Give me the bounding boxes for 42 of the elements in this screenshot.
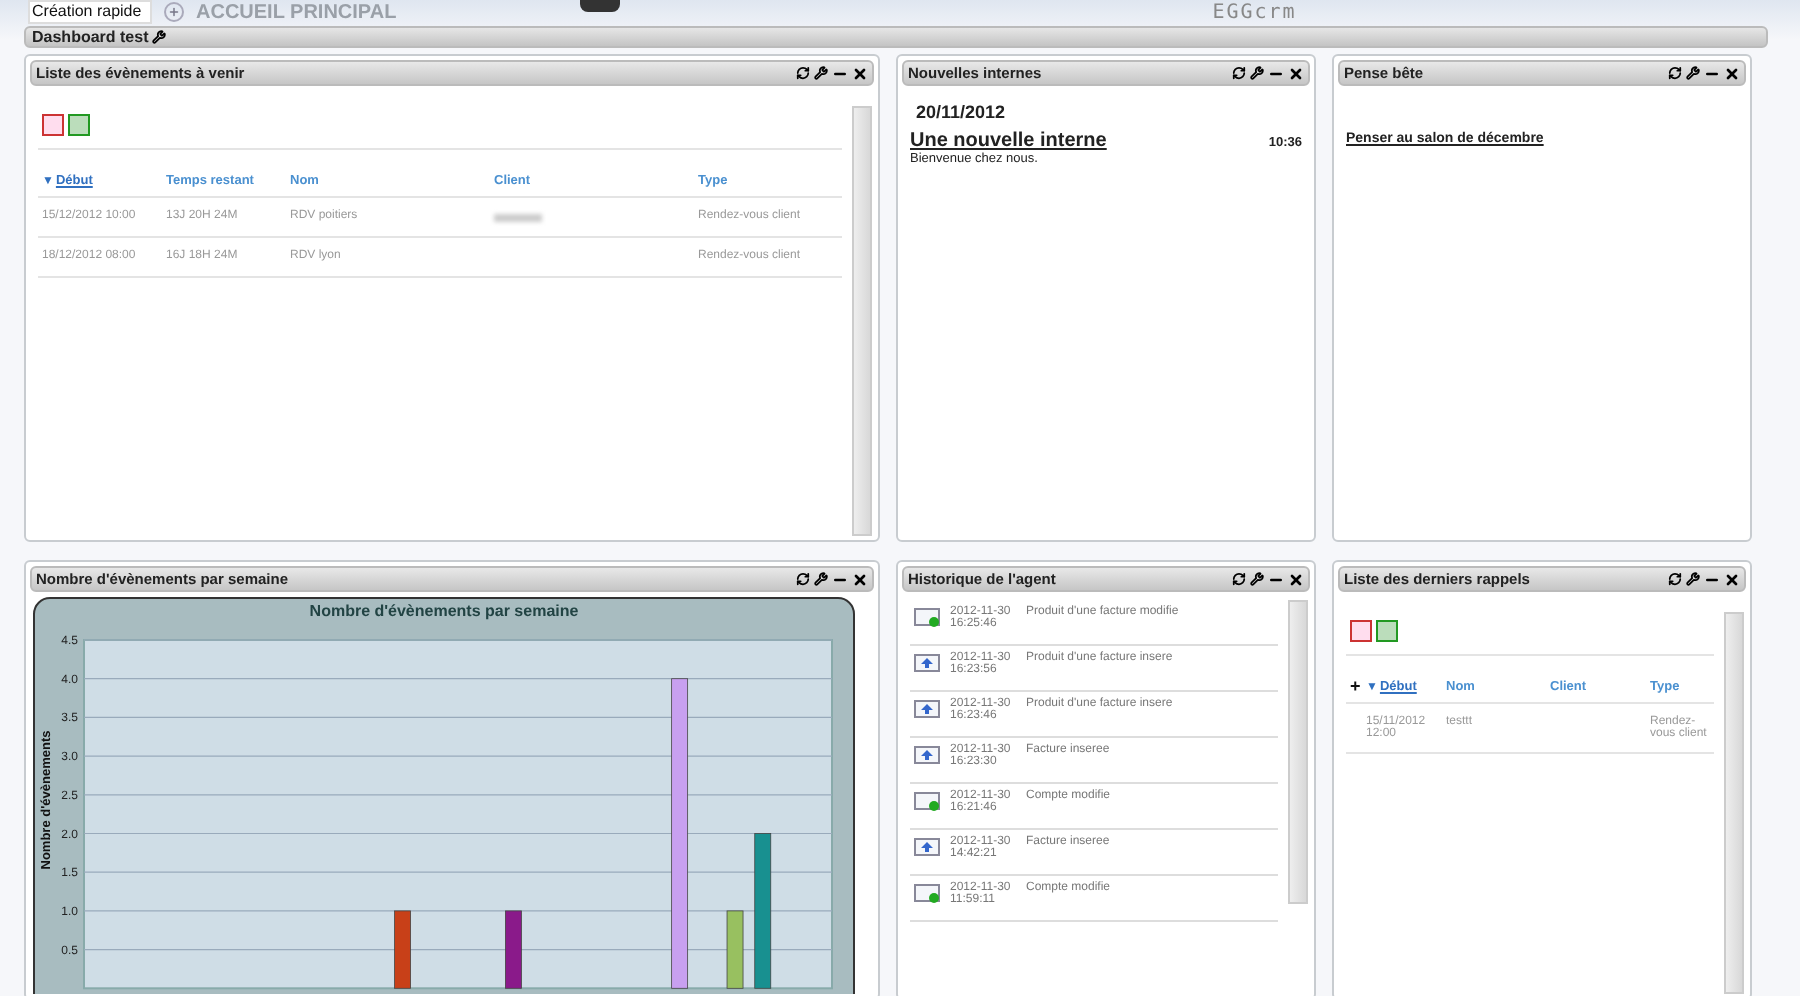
add-button[interactable]: + [1350,680,1361,694]
logo: EGGcrm [1212,1,1297,23]
close-icon[interactable] [1724,65,1740,81]
window-plus-icon [914,790,942,812]
settings-icon[interactable] [1686,572,1700,586]
news-title[interactable]: Une nouvelle interne [910,130,1107,152]
news-date: 20/11/2012 [914,100,1008,126]
add-button[interactable] [164,2,184,22]
scrollbar[interactable] [852,106,872,536]
refresh-icon[interactable] [796,66,810,80]
settings-icon[interactable] [1250,572,1264,586]
close-icon[interactable] [1724,571,1740,587]
menu-handle[interactable] [580,0,621,12]
pdf-icon[interactable] [42,114,64,136]
refresh-icon[interactable] [1232,572,1246,586]
chart-bar [505,910,522,989]
settings-icon[interactable] [1250,66,1264,80]
window-plus-icon [914,606,942,628]
chart-bar [394,910,411,989]
spreadsheet-icon[interactable] [1376,620,1398,642]
settings-icon[interactable] [814,66,828,80]
pdf-icon[interactable] [1350,620,1372,642]
close-icon[interactable] [1288,65,1304,81]
settings-icon[interactable] [152,30,167,44]
settings-icon[interactable] [814,572,828,586]
refresh-icon[interactable] [1668,572,1682,586]
page-title: ACCUEIL PRINCIPAL [196,1,397,23]
chart-bar [726,910,744,989]
refresh-icon[interactable] [796,572,810,586]
window-plus-icon [914,882,942,904]
refresh-icon[interactable] [1668,66,1682,80]
close-icon[interactable] [852,571,868,587]
dashboard-title: Dashboard test [32,28,149,46]
close-icon[interactable] [1288,571,1304,587]
scrollbar[interactable] [1288,600,1308,904]
scrollbar[interactable] [1724,612,1744,994]
refresh-icon[interactable] [1232,66,1246,80]
chart-title: Nombre d'évènements par semaine [309,602,579,620]
spreadsheet-icon[interactable] [68,114,90,136]
close-icon[interactable] [852,65,868,81]
settings-icon[interactable] [1686,66,1700,80]
quick-create-select[interactable]: Création rapide [28,0,152,24]
